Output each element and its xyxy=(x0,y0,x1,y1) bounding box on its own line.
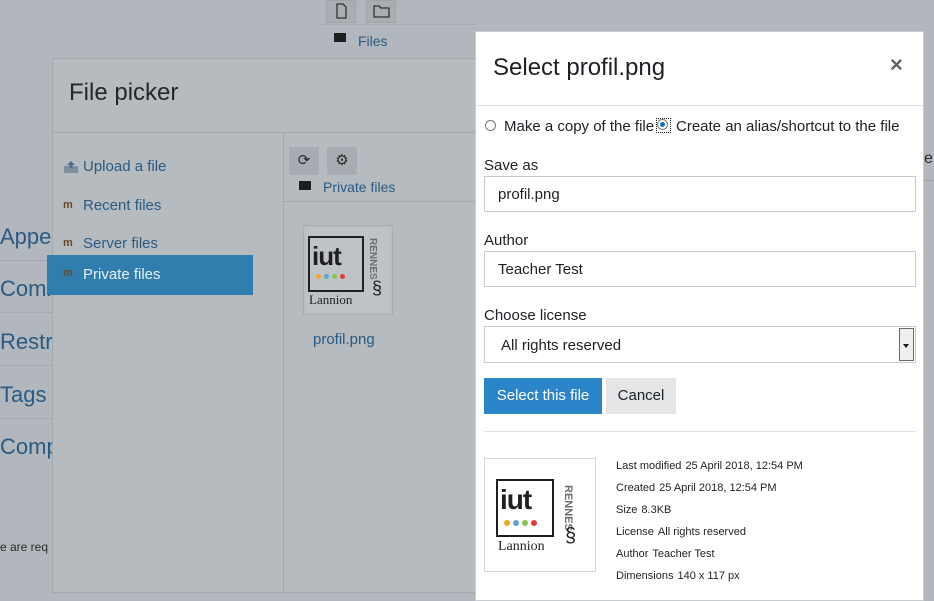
logo-dot xyxy=(504,520,510,526)
upload-icon xyxy=(63,160,79,174)
file-name-label[interactable]: profil.png xyxy=(313,331,375,348)
bg-edge-text: e xyxy=(924,150,933,167)
license-select[interactable]: All rights reserved xyxy=(484,326,916,363)
path-breadcrumb[interactable]: Private files xyxy=(323,179,395,195)
repository-nav: Upload a file m Recent files m Server fi… xyxy=(47,133,283,592)
nav-label: Private files xyxy=(83,266,161,283)
save-as-label: Save as xyxy=(484,157,539,174)
nav-recent-files[interactable]: m Recent files xyxy=(53,188,253,226)
nav-label: Server files xyxy=(83,235,159,252)
iut-logo: iut Lannion RENNES § xyxy=(306,228,390,312)
divider xyxy=(0,312,54,313)
logo-university: RENNES xyxy=(562,485,574,531)
dialog-title: Select profil.png xyxy=(493,54,666,81)
select-this-file-button[interactable]: Select this file xyxy=(484,378,602,414)
logo-dot xyxy=(316,274,321,279)
divider xyxy=(0,365,54,366)
moodle-icon: m xyxy=(63,237,73,249)
logo-dot xyxy=(522,520,528,526)
meta-dimensions: Dimensions 140 x 117 px xyxy=(616,570,740,582)
settings-icon[interactable]: ⚙ xyxy=(327,147,357,175)
logo-dot xyxy=(332,274,337,279)
bg-menu-item[interactable]: Restri xyxy=(0,329,57,355)
copy-radio[interactable] xyxy=(485,120,496,131)
nav-label: Upload a file xyxy=(83,158,167,175)
bg-menu-item[interactable]: Tags xyxy=(0,382,46,408)
files-breadcrumb: Files xyxy=(322,24,476,55)
nav-label: Recent files xyxy=(83,197,162,214)
swirl-icon: § xyxy=(565,525,577,547)
cancel-button[interactable]: Cancel xyxy=(606,378,676,414)
meta-author: Author Teacher Test xyxy=(616,548,715,560)
file-toolbar xyxy=(322,0,402,24)
moodle-icon: m xyxy=(63,267,73,279)
file-preview: iut Lannion RENNES § xyxy=(484,458,596,572)
iut-logo: iut Lannion RENNES § xyxy=(496,471,586,559)
bg-notice-text: e are req xyxy=(0,540,49,554)
author-input[interactable]: Teacher Test xyxy=(484,251,916,287)
file-thumbnail[interactable]: iut Lannion RENNES § xyxy=(303,225,393,315)
copy-option-label[interactable]: Make a copy of the file xyxy=(504,118,654,135)
logo-dot xyxy=(324,274,329,279)
picker-title: File picker xyxy=(69,79,179,106)
logo-city: Lannion xyxy=(309,292,353,307)
moodle-icon: m xyxy=(63,199,73,211)
logo-university: RENNES xyxy=(367,238,378,280)
divider xyxy=(0,418,54,419)
meta-last-modified: Last modified 25 April 2018, 12:54 PM xyxy=(616,460,803,472)
alias-radio[interactable] xyxy=(657,119,668,130)
license-label: Choose license xyxy=(484,307,587,324)
folder-icon xyxy=(299,181,311,190)
nav-upload-a-file[interactable]: Upload a file xyxy=(53,149,253,187)
chevron-down-icon[interactable] xyxy=(899,328,914,361)
files-link[interactable]: Files xyxy=(358,33,388,49)
file-picker: File picker Upload a file m Recent files… xyxy=(47,58,484,593)
bg-menu-item[interactable]: Comp xyxy=(0,434,59,460)
nav-private-files[interactable]: m Private files xyxy=(47,255,253,295)
swirl-icon: § xyxy=(372,278,383,298)
divider xyxy=(0,260,54,261)
logo-dot xyxy=(340,274,345,279)
logo-iut-text: iut xyxy=(500,484,532,515)
logo-dot xyxy=(531,520,537,526)
meta-license: License All rights reserved xyxy=(616,526,746,538)
alias-option-label[interactable]: Create an alias/shortcut to the file xyxy=(676,118,899,135)
new-file-icon[interactable] xyxy=(326,0,356,23)
divider xyxy=(484,431,916,432)
refresh-icon[interactable]: ⟳ xyxy=(289,147,319,175)
license-value: All rights reserved xyxy=(501,337,622,354)
meta-size: Size 8.3KB xyxy=(616,504,672,516)
folder-icon xyxy=(334,33,346,42)
save-as-input[interactable]: profil.png xyxy=(484,176,916,212)
logo-city: Lannion xyxy=(498,539,545,554)
logo-iut-text: iut xyxy=(312,241,342,271)
divider xyxy=(924,180,934,181)
author-label: Author xyxy=(484,232,529,249)
meta-created: Created 25 April 2018, 12:54 PM xyxy=(616,482,777,494)
new-folder-icon[interactable] xyxy=(366,0,396,23)
divider xyxy=(283,201,483,202)
logo-dot xyxy=(513,520,519,526)
divider xyxy=(476,105,923,106)
close-icon[interactable]: × xyxy=(890,52,903,78)
select-file-dialog: Select profil.png × Make a copy of the f… xyxy=(475,31,924,601)
